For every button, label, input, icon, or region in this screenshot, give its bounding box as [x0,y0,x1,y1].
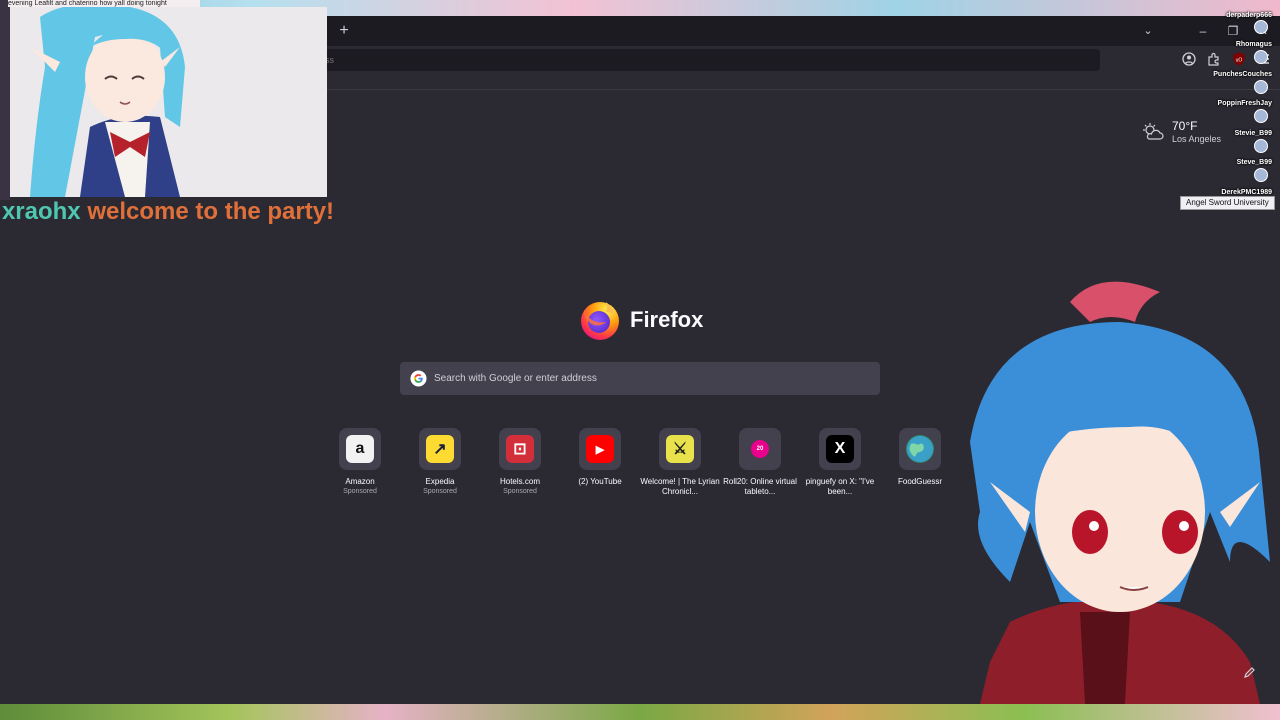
shortcut-roll20[interactable]: 20 Roll20: Online virtual tableto... [720,428,800,504]
x-icon: X [826,435,854,463]
shortcut-lyrian[interactable]: ⚔ Welcome! | The Lyrian Chronicl... [640,428,720,504]
firefox-wordmark: Firefox [630,307,704,332]
viewer-name: Stevie_B99 [1234,130,1272,137]
list-all-tabs-button[interactable]: ⌄ [1140,22,1156,40]
youtube-icon: ▶ [586,435,614,463]
desktop-wallpaper-bottom [0,704,1280,720]
viewer-name: derpaderp666 [1226,12,1272,19]
chat-overlay-strip [0,0,10,200]
shortcut-title: Expedia [425,477,455,486]
shortcut-tile[interactable]: ▶ [579,428,621,470]
shortcut-tile[interactable]: ⚔ [659,428,701,470]
shortcut-tile[interactable]: 20 [739,428,781,470]
shortcut-hotels[interactable]: ⊡ Hotels.com Sponsored [480,428,560,504]
sponsored-label: Sponsored [423,488,457,495]
shortcut-tile[interactable]: ⊡ [499,428,541,470]
chat-message: evening Leafilt and chaterino how yall d… [8,0,200,7]
alert-message: welcome to the party! [87,198,335,225]
viewer-name: Steve_B99 [1236,159,1272,166]
shortcut-x[interactable]: X pinguefy on X: "I've been... [800,428,880,504]
viewer-avatar [1254,20,1268,34]
shortcut-tile[interactable]: a [339,428,381,470]
alert-username: xraohx [1,198,81,225]
sponsored-label: Sponsored [503,488,537,495]
bookmark-tooltip: Angel Sword University [1180,196,1275,210]
expedia-icon: ↗ [426,435,454,463]
viewer-name: DerekPMC1989 [1221,189,1272,196]
search-input[interactable] [434,362,874,395]
google-icon [410,370,427,387]
sponsored-label: Sponsored [343,488,377,495]
edit-pencil-icon[interactable] [1243,665,1257,679]
partly-cloudy-icon [1142,122,1164,142]
amazon-icon: a [346,435,374,463]
vtuber-avatar-illustration [930,262,1280,704]
streamer-cam-illustration [10,7,327,197]
viewer-list: derpaderp666 Rhomagus PunchesCouches Pop… [1180,10,1280,200]
shortcut-title: Welcome! | The Lyrian Chronicl... [640,477,720,496]
shortcut-title: Hotels.com [499,477,540,486]
roll20-icon: 20 [746,435,774,463]
follow-alert: xraohx welcome to the party! [0,198,336,225]
roll20-badge: 20 [751,440,769,458]
url-input[interactable] [318,49,1100,71]
url-bar[interactable] [318,49,1100,71]
viewer-name: Rhomagus [1235,41,1272,48]
hotels-icon: ⊡ [506,435,534,463]
viewer-avatar [1254,168,1268,182]
new-tab-button[interactable]: + [336,22,352,40]
viewer-name: PoppinFreshJay [1217,100,1272,107]
shortcut-title: (2) YouTube [578,477,622,486]
viewer-avatar [1254,109,1268,123]
shortcut-title: pinguefy on X: "I've been... [805,477,875,496]
lyrian-icon: ⚔ [666,435,694,463]
shortcut-youtube[interactable]: ▶ (2) YouTube [560,428,640,504]
shortcut-title: Amazon [345,477,375,486]
shortcut-tile[interactable]: ↗ [419,428,461,470]
shortcut-expedia[interactable]: ↗ Expedia Sponsored [400,428,480,504]
search-box[interactable] [400,362,880,395]
viewer-name: PunchesCouches [1213,71,1272,78]
viewer-avatar [1254,50,1268,64]
shortcut-amazon[interactable]: a Amazon Sponsored [320,428,400,504]
firefox-logo-icon [578,298,622,342]
viewer-avatar [1254,139,1268,153]
shortcut-tile[interactable]: X [819,428,861,470]
viewer-avatar [1254,80,1268,94]
shortcut-title: Roll20: Online virtual tableto... [723,477,797,496]
